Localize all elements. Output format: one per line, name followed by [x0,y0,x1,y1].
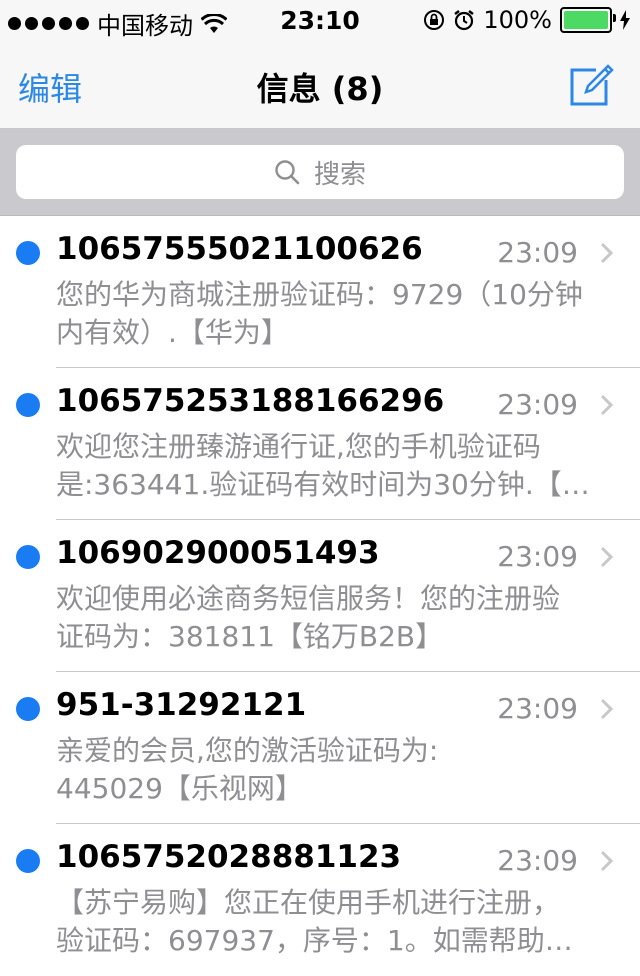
message-preview-line: 是:363441.验证码有效时间为30分钟.【… [56,468,590,501]
page-title: 信息 (8) [256,70,384,108]
message-preview: 您的华为商城注册验证码：9729（10分钟 内有效）.【华为】 [56,276,616,352]
chevron-right-icon [600,850,614,872]
message-row[interactable]: 106902900051493 23:09 欢迎使用必途商务短信服务！您的注册验… [0,520,640,672]
search-input[interactable]: 搜索 [16,145,624,199]
battery-icon [560,7,616,33]
unread-dot-icon [16,393,40,417]
message-list: 10657555021100626 23:09 您的华为商城注册验证码：9729… [0,216,640,976]
message-preview-line: 亲爱的会员,您的激活验证码为: [56,734,439,767]
search-icon [275,160,300,185]
chevron-right-icon [600,546,614,568]
message-preview: 亲爱的会员,您的激活验证码为: 445029【乐视网】 [56,732,616,808]
message-preview-line: 您的华为商城注册验证码：9729（10分钟 [56,278,583,311]
message-preview: 欢迎使用必途商务短信服务！您的注册验 证码为：381811【铭万B2B】 [56,580,616,656]
message-preview: 【苏宁易购】您正在使用手机进行注册， 验证码：697937，序号：1。如需帮助… [56,884,616,960]
unread-dot-icon [16,849,40,873]
message-preview-line: 445029【乐视网】 [56,772,303,805]
message-sender: 106902900051493 [56,535,380,571]
search-placeholder: 搜索 [313,159,366,190]
status-bar: 中国移动 23:10 100% [0,0,640,40]
message-preview-line: 证码为：381811【铭万B2B】 [56,620,444,653]
message-sender: 951-31292121 [56,687,307,723]
message-preview-line: 【苏宁易购】您正在使用手机进行注册， [56,886,561,919]
message-time: 23:09 [497,844,578,877]
message-sender: 106575253188166296 [56,383,445,419]
alarm-icon [454,10,475,31]
message-sender: 1065752028881123 [56,839,402,875]
status-right: 100% [423,6,630,34]
message-sender: 10657555021100626 [56,231,423,267]
search-bar: 搜索 [0,129,640,216]
charging-icon [620,10,630,30]
chevron-right-icon [600,242,614,264]
message-row[interactable]: 1065752028881123 23:09 【苏宁易购】您正在使用手机进行注册… [0,824,640,976]
message-time: 23:09 [497,236,578,269]
compose-icon[interactable] [568,62,614,108]
chevron-right-icon [600,394,614,416]
message-preview-line: 欢迎使用必途商务短信服务！您的注册验 [56,582,561,615]
battery-percent: 100% [483,6,552,34]
message-preview: 欢迎您注册臻游通行证,您的手机验证码 是:363441.验证码有效时间为30分钟… [56,428,616,504]
message-time: 23:09 [497,692,578,725]
message-time: 23:09 [497,388,578,421]
unread-dot-icon [16,697,40,721]
navigation-bar: 编辑 信息 (8) [0,40,640,129]
message-time: 23:09 [497,540,578,573]
orientation-lock-icon [424,10,445,30]
message-preview-line: 欢迎您注册臻游通行证,您的手机验证码 [56,430,541,463]
message-row[interactable]: 106575253188166296 23:09 欢迎您注册臻游通行证,您的手机… [0,368,640,520]
unread-dot-icon [16,545,40,569]
message-row[interactable]: 951-31292121 23:09 亲爱的会员,您的激活验证码为: 44502… [0,672,640,824]
message-preview-line: 内有效）.【华为】 [56,316,289,349]
message-row[interactable]: 10657555021100626 23:09 您的华为商城注册验证码：9729… [0,216,640,368]
unread-dot-icon [16,241,40,265]
chevron-right-icon [600,698,614,720]
message-preview-line: 验证码：697937，序号：1。如需帮助… [56,924,573,957]
